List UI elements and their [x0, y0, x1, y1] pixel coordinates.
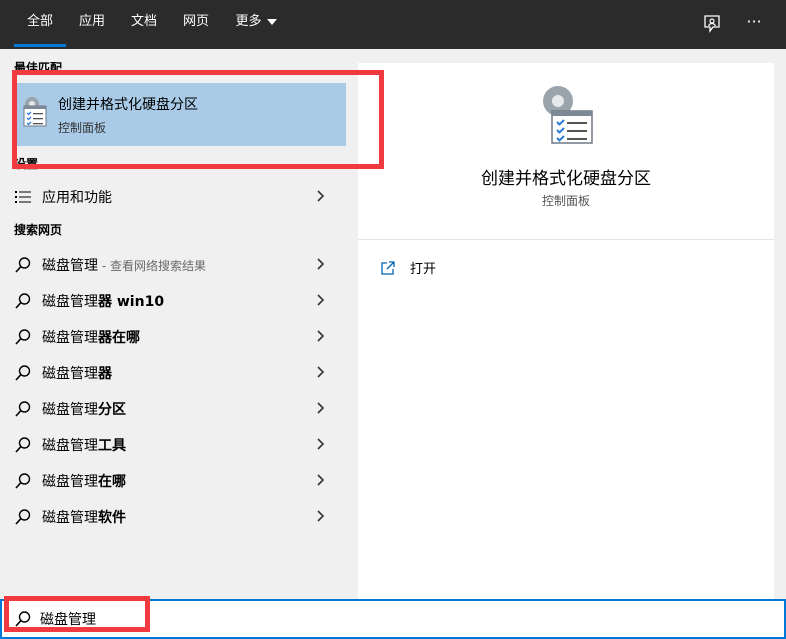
- web-result-query: 磁盘管理: [42, 510, 98, 526]
- tab-all-label: 全部: [26, 14, 53, 29]
- web-result-item[interactable]: 磁盘管理分区: [0, 391, 346, 425]
- tab-more[interactable]: 更多: [226, 0, 286, 49]
- web-result-completion: 器 win10: [98, 294, 165, 310]
- best-match-subtitle: 控制面板: [58, 121, 107, 135]
- settings-item-apps-features[interactable]: 应用和功能: [0, 179, 346, 213]
- preview-subtitle: 控制面板: [541, 194, 590, 208]
- web-result-completion: 分区: [98, 402, 126, 418]
- web-result-item[interactable]: 磁盘管理软件: [0, 499, 346, 533]
- more-options-icon[interactable]: ···: [742, 10, 766, 34]
- settings-header: 设置: [14, 157, 39, 171]
- tab-web[interactable]: 网页: [174, 0, 218, 49]
- search-icon: [15, 293, 31, 309]
- tab-documents-label: 文档: [130, 14, 157, 29]
- web-result-query: 磁盘管理: [42, 294, 98, 310]
- results-panel: 最佳匹配 创建并格式化硬盘分区 控制面板 设置 应用和功能 搜索网页 磁盘管理 …: [0, 49, 346, 599]
- web-result-item[interactable]: 磁盘管理器在哪: [0, 319, 346, 353]
- feedback-icon[interactable]: [700, 12, 724, 36]
- chevron-right-icon: [317, 190, 325, 202]
- chevron-right-icon: [317, 402, 325, 414]
- chevron-down-icon: [266, 18, 277, 25]
- web-result-item[interactable]: 磁盘管理器: [0, 355, 346, 389]
- chevron-right-icon: [317, 474, 325, 486]
- search-icon: [15, 329, 31, 345]
- tab-all[interactable]: 全部: [14, 0, 66, 49]
- search-scope-bar: 全部 应用 文档 网页 更多 ···: [0, 0, 786, 49]
- web-result-item[interactable]: 磁盘管理 - 查看网络搜索结果: [0, 247, 346, 281]
- search-icon: [15, 401, 31, 417]
- web-result-label: 磁盘管理器 win10: [42, 291, 164, 311]
- open-action-label: 打开: [410, 262, 437, 277]
- control-panel-icon: [23, 97, 47, 127]
- web-result-label: 磁盘管理 - 查看网络搜索结果: [42, 255, 206, 275]
- web-result-completion: 器在哪: [98, 330, 140, 346]
- search-icon: [15, 257, 31, 273]
- web-result-completion: 软件: [98, 510, 126, 526]
- tab-apps[interactable]: 应用: [70, 0, 114, 49]
- web-result-completion: 工具: [98, 438, 126, 454]
- apps-list-icon: [15, 191, 31, 203]
- web-result-item[interactable]: 磁盘管理在哪: [0, 463, 346, 497]
- web-result-query: 磁盘管理: [42, 474, 98, 490]
- best-match-title: 创建并格式化硬盘分区: [58, 97, 198, 113]
- more-options-glyph: ···: [746, 12, 762, 31]
- web-result-label: 磁盘管理分区: [42, 399, 126, 419]
- open-icon: [381, 261, 395, 275]
- chevron-right-icon: [317, 366, 325, 378]
- chevron-right-icon: [317, 258, 325, 270]
- web-result-query: 磁盘管理: [42, 438, 98, 454]
- web-result-label: 磁盘管理器: [42, 363, 112, 383]
- search-icon: [15, 509, 31, 525]
- search-icon: [15, 473, 31, 489]
- web-result-completion: 器: [98, 366, 112, 382]
- web-result-query: 磁盘管理: [42, 330, 98, 346]
- preview-divider: [358, 239, 774, 240]
- search-icon: [15, 365, 31, 381]
- web-result-item[interactable]: 磁盘管理器 win10: [0, 283, 346, 317]
- tab-more-label: 更多: [235, 14, 262, 29]
- chevron-right-icon: [317, 294, 325, 306]
- preview-title: 创建并格式化硬盘分区: [481, 169, 651, 189]
- web-result-label: 磁盘管理软件: [42, 507, 126, 527]
- search-icon: [15, 611, 31, 627]
- web-result-hint: - 查看网络搜索结果: [98, 259, 206, 273]
- search-box[interactable]: [0, 599, 786, 639]
- web-result-item[interactable]: 磁盘管理工具: [0, 427, 346, 461]
- search-input[interactable]: [40, 607, 640, 631]
- tab-web-label: 网页: [182, 14, 209, 29]
- preview-panel: 创建并格式化硬盘分区 控制面板 打开: [358, 63, 774, 599]
- web-result-label: 磁盘管理在哪: [42, 471, 126, 491]
- best-match-item[interactable]: 创建并格式化硬盘分区 控制面板: [14, 83, 346, 146]
- web-result-label: 磁盘管理工具: [42, 435, 126, 455]
- chevron-right-icon: [317, 510, 325, 522]
- web-search-header: 搜索网页: [14, 223, 63, 237]
- windows-search-window: 全部 应用 文档 网页 更多 ··· 最佳匹配 创建并格式化硬盘分区 控制面板 …: [0, 0, 786, 639]
- tab-documents[interactable]: 文档: [122, 0, 166, 49]
- tab-apps-label: 应用: [78, 14, 105, 29]
- web-result-query: 磁盘管理: [42, 402, 98, 418]
- web-result-completion: 在哪: [98, 474, 126, 490]
- web-result-query: 磁盘管理: [42, 366, 98, 382]
- settings-item-label: 应用和功能: [42, 190, 112, 206]
- best-match-header: 最佳匹配: [14, 61, 63, 75]
- web-result-label: 磁盘管理器在哪: [42, 327, 140, 347]
- search-icon: [15, 437, 31, 453]
- control-panel-icon: [543, 86, 593, 144]
- chevron-right-icon: [317, 330, 325, 342]
- web-result-query: 磁盘管理: [42, 258, 98, 274]
- chevron-right-icon: [317, 438, 325, 450]
